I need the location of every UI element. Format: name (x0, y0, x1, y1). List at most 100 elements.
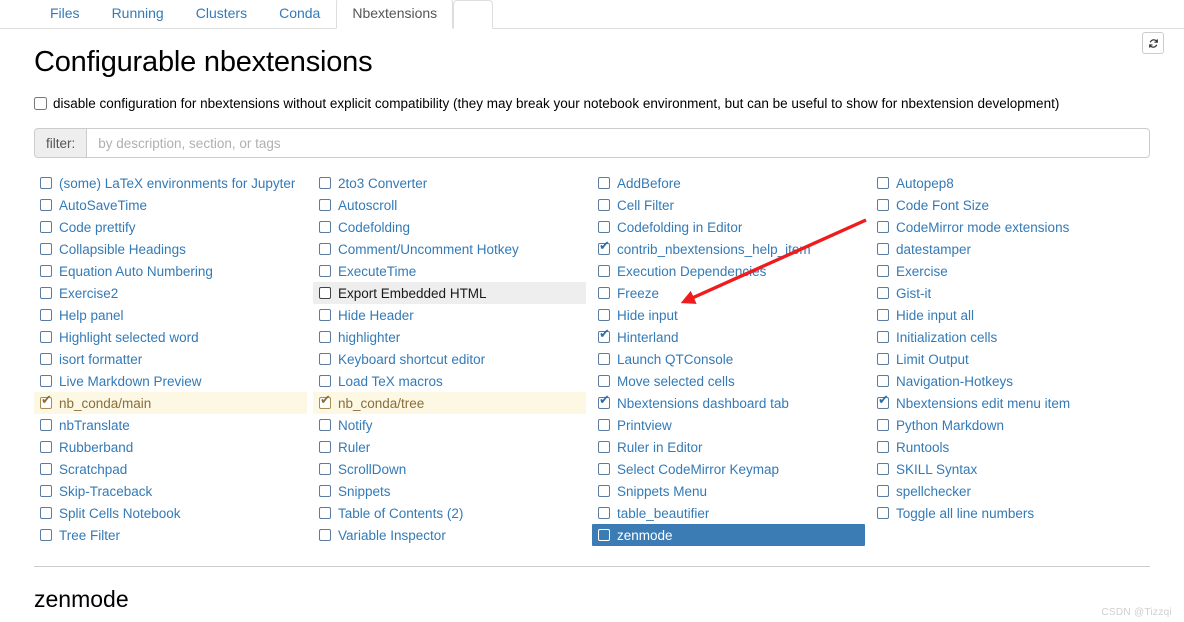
checkbox-unchecked-icon[interactable] (319, 243, 331, 256)
extension-item-hide-input[interactable]: Hide input (592, 304, 865, 326)
extension-item-contrib-nbextensions-help-item[interactable]: ✔ contrib_nbextensions_help_item (592, 238, 865, 260)
extension-item-tree-filter[interactable]: Tree Filter (34, 524, 307, 546)
extension-item-zenmode[interactable]: zenmode (592, 524, 865, 547)
checkbox-unchecked-icon[interactable] (40, 375, 52, 388)
checkbox-unchecked-icon[interactable] (40, 353, 52, 366)
checkbox-unchecked-icon[interactable] (40, 287, 52, 300)
extension-item-code-font-size[interactable]: Code Font Size (871, 194, 1144, 216)
checkbox-unchecked-icon[interactable] (40, 419, 52, 432)
checkbox-unchecked-icon[interactable] (877, 353, 889, 366)
checkbox-unchecked-icon[interactable] (319, 463, 331, 476)
checkbox-checked-icon[interactable]: ✔ (877, 393, 889, 410)
extension-item-codefolding-in-editor[interactable]: Codefolding in Editor (592, 216, 865, 238)
checkbox-unchecked-icon[interactable] (40, 199, 52, 212)
extension-item-nb-conda-tree[interactable]: ✔ nb_conda/tree (313, 392, 586, 415)
checkbox-unchecked-icon[interactable] (877, 419, 889, 432)
extension-item-cell-filter[interactable]: Cell Filter (592, 194, 865, 216)
checkbox-unchecked-icon[interactable] (40, 331, 52, 344)
checkbox-checked-icon[interactable]: ✔ (319, 393, 331, 410)
extension-item-nb-conda-main[interactable]: ✔ nb_conda/main (34, 392, 307, 415)
extension-item-comment-uncomment-hotkey[interactable]: Comment/Uncomment Hotkey (313, 238, 586, 260)
extension-item-equation-auto-numbering[interactable]: Equation Auto Numbering (34, 260, 307, 282)
checkbox-unchecked-icon[interactable] (598, 419, 610, 432)
checkbox-checked-icon[interactable]: ✔ (598, 239, 610, 256)
extension-item-scratchpad[interactable]: Scratchpad (34, 458, 307, 480)
extension-item-spellchecker[interactable]: spellchecker (871, 480, 1144, 502)
extension-item-collapsible-headings[interactable]: Collapsible Headings (34, 238, 307, 260)
checkbox-unchecked-icon[interactable] (40, 507, 52, 520)
checkbox-unchecked-icon[interactable] (40, 243, 52, 256)
checkbox-unchecked-icon[interactable] (877, 199, 889, 212)
extension-item-skill-syntax[interactable]: SKILL Syntax (871, 458, 1144, 480)
checkbox-unchecked-icon[interactable] (319, 485, 331, 498)
tab-nbextensions[interactable]: Nbextensions (336, 0, 454, 29)
extension-item-keyboard-shortcut-editor[interactable]: Keyboard shortcut editor (313, 348, 586, 370)
checkbox-unchecked-icon[interactable] (877, 221, 889, 234)
extension-item-some-latex-environments-for-jupyter[interactable]: (some) LaTeX environments for Jupyter (34, 172, 307, 194)
tab-files[interactable]: Files (34, 0, 96, 29)
checkbox-unchecked-icon[interactable] (319, 375, 331, 388)
checkbox-checked-icon[interactable]: ✔ (598, 393, 610, 410)
extension-item-codemirror-mode-extensions[interactable]: CodeMirror mode extensions (871, 216, 1144, 238)
extension-item-nbextensions-edit-menu-item[interactable]: ✔ Nbextensions edit menu item (871, 392, 1144, 414)
extension-item-addbefore[interactable]: AddBefore (592, 172, 865, 194)
extension-item-exercise[interactable]: Exercise (871, 260, 1144, 282)
checkbox-unchecked-icon[interactable] (598, 287, 610, 300)
checkbox-unchecked-icon[interactable] (598, 375, 610, 388)
checkbox-unchecked-icon[interactable] (319, 287, 331, 300)
checkbox-unchecked-icon[interactable] (40, 485, 52, 498)
checkbox-unchecked-icon[interactable] (598, 265, 610, 278)
checkbox-unchecked-icon[interactable] (598, 353, 610, 366)
checkbox-unchecked-icon[interactable] (598, 507, 610, 520)
extension-item-table-of-contents-2[interactable]: Table of Contents (2) (313, 502, 586, 524)
checkbox-checked-icon[interactable]: ✔ (598, 327, 610, 344)
checkbox-unchecked-icon[interactable] (40, 441, 52, 454)
extension-item-autosavetime[interactable]: AutoSaveTime (34, 194, 307, 216)
extension-item-snippets[interactable]: Snippets (313, 480, 586, 502)
checkbox-unchecked-icon[interactable] (319, 507, 331, 520)
extension-item-ruler-in-editor[interactable]: Ruler in Editor (592, 436, 865, 458)
checkbox-unchecked-icon[interactable] (40, 309, 52, 322)
checkbox-unchecked-icon[interactable] (40, 177, 52, 190)
checkbox-unchecked-icon[interactable] (877, 309, 889, 322)
checkbox-unchecked-icon[interactable] (598, 221, 610, 234)
checkbox-unchecked-icon[interactable] (319, 331, 331, 344)
extension-item-limit-output[interactable]: Limit Output (871, 348, 1144, 370)
extension-item-printview[interactable]: Printview (592, 414, 865, 436)
checkbox-unchecked-icon[interactable] (877, 177, 889, 190)
extension-item-autopep8[interactable]: Autopep8 (871, 172, 1144, 194)
extension-item-notify[interactable]: Notify (313, 414, 586, 436)
tab-clusters[interactable]: Clusters (180, 0, 263, 29)
checkbox-unchecked-icon[interactable] (319, 353, 331, 366)
checkbox-unchecked-icon[interactable] (319, 199, 331, 212)
extension-item-highlight-selected-word[interactable]: Highlight selected word (34, 326, 307, 348)
extension-item-help-panel[interactable]: Help panel (34, 304, 307, 326)
checkbox-unchecked-icon[interactable] (319, 265, 331, 278)
extension-item-select-codemirror-keymap[interactable]: Select CodeMirror Keymap (592, 458, 865, 480)
extension-item-initialization-cells[interactable]: Initialization cells (871, 326, 1144, 348)
extension-item-variable-inspector[interactable]: Variable Inspector (313, 524, 586, 546)
checkbox-unchecked-icon[interactable] (319, 529, 331, 542)
extension-item-scrolldown[interactable]: ScrollDown (313, 458, 586, 480)
extension-item-autoscroll[interactable]: Autoscroll (313, 194, 586, 216)
extension-item-highlighter[interactable]: highlighter (313, 326, 586, 348)
checkbox-unchecked-icon[interactable] (40, 463, 52, 476)
checkbox-unchecked-icon[interactable] (319, 309, 331, 322)
extension-item-hinterland[interactable]: ✔ Hinterland (592, 326, 865, 348)
checkbox-unchecked-icon[interactable] (319, 441, 331, 454)
checkbox-unchecked-icon[interactable] (877, 265, 889, 278)
checkbox-unchecked-icon[interactable] (598, 463, 610, 476)
extension-item-code-prettify[interactable]: Code prettify (34, 216, 307, 238)
checkbox-unchecked-icon[interactable] (877, 485, 889, 498)
extension-item-export-embedded-html[interactable]: Export Embedded HTML (313, 282, 586, 305)
checkbox-unchecked-icon[interactable] (598, 309, 610, 322)
checkbox-unchecked-icon[interactable] (598, 199, 610, 212)
extension-item-gist-it[interactable]: Gist-it (871, 282, 1144, 304)
extension-item-live-markdown-preview[interactable]: Live Markdown Preview (34, 370, 307, 392)
checkbox-unchecked-icon[interactable] (877, 463, 889, 476)
disable-compat-checkbox[interactable] (34, 96, 47, 110)
extension-item-snippets-menu[interactable]: Snippets Menu (592, 480, 865, 502)
extension-item-split-cells-notebook[interactable]: Split Cells Notebook (34, 502, 307, 524)
extension-item-hide-input-all[interactable]: Hide input all (871, 304, 1144, 326)
checkbox-unchecked-icon[interactable] (598, 177, 610, 190)
